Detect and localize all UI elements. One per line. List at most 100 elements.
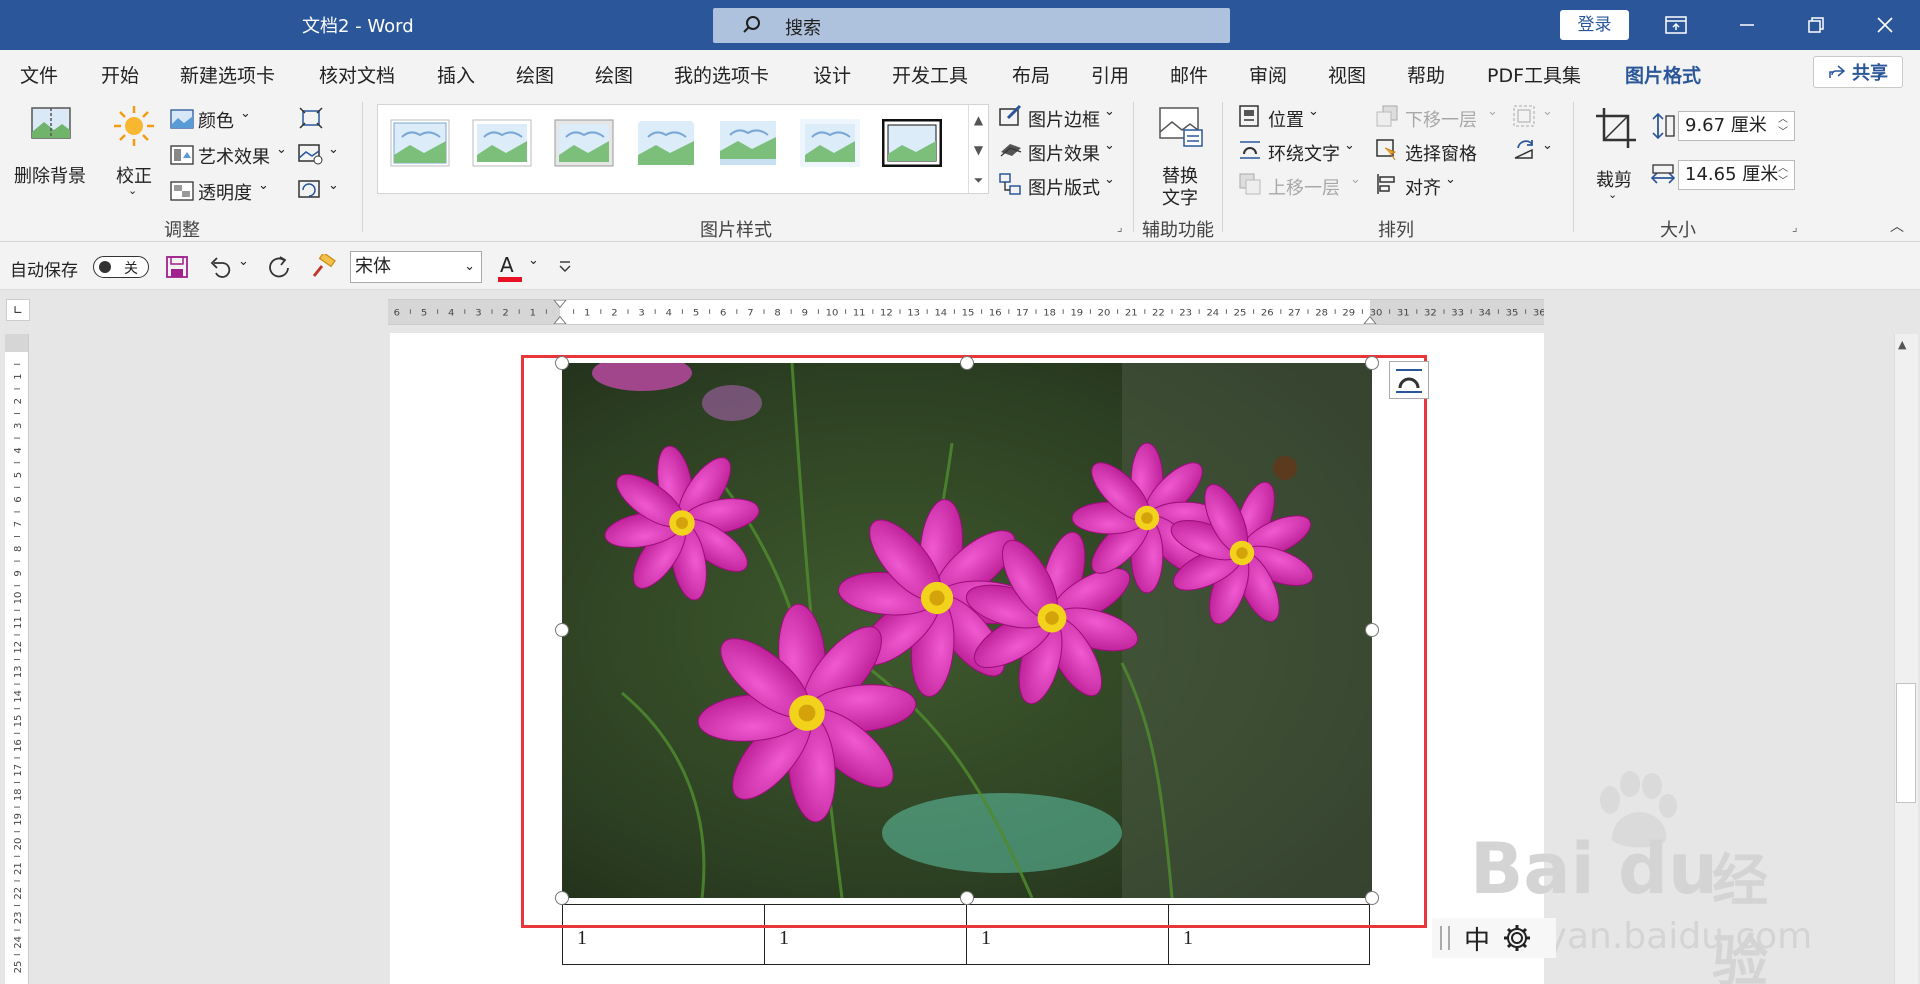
rotate-button[interactable]: ⌄ xyxy=(1512,138,1558,166)
scrollbar-thumb[interactable] xyxy=(1896,683,1916,803)
layout-options-button[interactable] xyxy=(1389,361,1429,399)
tab-design[interactable]: 设计 xyxy=(813,61,851,88)
search-box[interactable]: 搜索 xyxy=(713,8,1230,43)
tab-layout[interactable]: 布局 xyxy=(1012,61,1050,88)
shape-height-value: 9.67 厘米 xyxy=(1685,115,1767,136)
remove-background-button[interactable]: 删除背景 xyxy=(10,104,92,194)
tab-mailings[interactable]: 邮件 xyxy=(1170,61,1208,88)
ruler-tick-label: 13 xyxy=(13,665,24,678)
scroll-up-arrow[interactable]: ▲ xyxy=(1898,338,1906,351)
style-thumbnail[interactable] xyxy=(718,119,778,167)
undo-icon[interactable] xyxy=(208,255,234,279)
compress-pictures-button[interactable] xyxy=(298,106,328,134)
format-painter-icon[interactable] xyxy=(310,254,336,280)
group-separator xyxy=(1133,102,1134,232)
tab-draw-1[interactable]: 绘图 xyxy=(516,61,554,88)
tab-file[interactable]: 文件 xyxy=(20,61,58,88)
ribbon-display-options-button[interactable] xyxy=(1654,8,1698,42)
align-button[interactable]: 对齐 ⌄ xyxy=(1375,172,1465,200)
picture-layout-button[interactable]: 图片版式 ⌄ xyxy=(998,172,1118,200)
gallery-down-arrow[interactable]: ▼ xyxy=(969,135,988,165)
bring-forward-button[interactable]: 上移一层 ⌄ xyxy=(1238,172,1368,200)
style-thumbnail[interactable] xyxy=(636,119,696,167)
vertical-ruler[interactable]: 1234567891011121314151617181920212223242… xyxy=(5,334,29,984)
tab-new-tab[interactable]: 新建选项卡 xyxy=(180,61,275,88)
style-thumbnail[interactable] xyxy=(882,119,942,167)
color-button[interactable]: 颜色 ⌄ xyxy=(168,106,288,134)
position-button[interactable]: 位置 ⌄ xyxy=(1238,104,1328,132)
group-objects-button[interactable]: ⌄ xyxy=(1512,104,1558,132)
resize-handle[interactable] xyxy=(555,623,569,637)
tab-my-tab[interactable]: 我的选项卡 xyxy=(674,61,769,88)
shape-width-input[interactable]: 14.65 厘米 ︿ ﹀ xyxy=(1678,160,1795,190)
ruler-tick-label: 1 xyxy=(13,373,24,379)
crop-button[interactable]: 裁剪 ⌄ xyxy=(1590,104,1640,209)
spin-arrows-icon[interactable]: ︿ ﹀ xyxy=(1778,113,1788,139)
gear-icon[interactable] xyxy=(1502,923,1532,953)
font-color-button[interactable]: A ⌄ xyxy=(498,251,542,283)
save-icon[interactable] xyxy=(166,256,188,278)
tab-picture-format[interactable]: 图片格式 xyxy=(1625,61,1702,97)
gallery-up-arrow[interactable]: ▲ xyxy=(969,105,988,135)
resize-handle[interactable] xyxy=(1365,891,1379,905)
change-picture-icon xyxy=(298,144,323,165)
font-name-select[interactable]: 宋体 ⌄ xyxy=(350,251,482,283)
autosave-toggle[interactable]: 关 xyxy=(93,256,149,278)
style-thumbnail[interactable] xyxy=(472,119,532,167)
picture-border-button[interactable]: 图片边框 ⌄ xyxy=(998,104,1118,132)
style-thumbnail[interactable] xyxy=(390,119,450,167)
picture-styles-gallery[interactable]: ▲ ▼ ⏷ xyxy=(377,104,989,194)
change-picture-button[interactable]: ⌄ xyxy=(298,142,344,170)
selection-pane-button[interactable]: 选择窗格 xyxy=(1375,138,1495,166)
dialog-launcher-icon[interactable]: ⌟ xyxy=(1792,220,1798,234)
close-button[interactable] xyxy=(1863,8,1907,42)
style-thumbnail[interactable] xyxy=(800,119,860,167)
gallery-more-arrow[interactable]: ⏷ xyxy=(969,165,988,195)
resize-handle[interactable] xyxy=(1365,623,1379,637)
spin-arrows-icon[interactable]: ︿ ﹀ xyxy=(1778,162,1788,188)
vertical-scrollbar[interactable]: ▲ xyxy=(1894,334,1918,984)
tab-draw-2[interactable]: 绘图 xyxy=(595,61,633,88)
ruler-toggle[interactable]: ∟ xyxy=(6,299,30,321)
artistic-effects-button[interactable]: 艺术效果 ⌄ xyxy=(168,142,298,170)
customize-toolbar-icon[interactable] xyxy=(558,260,572,274)
transparency-button[interactable]: 透明度 ⌄ xyxy=(168,178,288,206)
shape-height-input[interactable]: 9.67 厘米 ︿ ﹀ xyxy=(1678,111,1795,141)
redo-icon[interactable] xyxy=(266,255,292,281)
picture-effects-button[interactable]: 图片效果 ⌄ xyxy=(998,138,1118,166)
ime-mode[interactable]: 中 xyxy=(1464,920,1490,957)
login-button[interactable]: 登录 xyxy=(1560,10,1629,40)
collapse-ribbon-icon[interactable]: ︿ xyxy=(1890,216,1904,236)
send-backward-button[interactable]: 下移一层 ⌄ xyxy=(1375,104,1505,132)
tab-help[interactable]: 帮助 xyxy=(1407,61,1445,88)
tab-references[interactable]: 引用 xyxy=(1091,61,1129,88)
ime-toolbar[interactable]: 中 xyxy=(1432,918,1556,958)
restore-button[interactable] xyxy=(1794,8,1838,42)
corrections-button[interactable]: 校正 ⌄ xyxy=(110,104,160,204)
ruler-tick-label: 24 xyxy=(1206,308,1219,319)
resize-handle[interactable] xyxy=(1365,356,1379,370)
window-title: 文档2 - Word xyxy=(302,16,414,37)
wrap-text-button[interactable]: 环绕文字 ⌄ xyxy=(1238,138,1358,166)
dialog-launcher-icon[interactable]: ⌟ xyxy=(1117,220,1123,234)
tab-view[interactable]: 视图 xyxy=(1328,61,1366,88)
style-thumbnail[interactable] xyxy=(554,119,614,167)
resize-handle[interactable] xyxy=(960,891,974,905)
tab-developer[interactable]: 开发工具 xyxy=(892,61,968,88)
tab-insert[interactable]: 插入 xyxy=(437,61,475,88)
tab-check-doc[interactable]: 核对文档 xyxy=(319,61,395,88)
chevron-down-icon[interactable]: ⌄ xyxy=(238,254,249,269)
group-separator xyxy=(1573,102,1574,232)
tab-home[interactable]: 开始 xyxy=(101,61,139,88)
resize-handle[interactable] xyxy=(555,356,569,370)
chevron-down-icon: ⌄ xyxy=(1608,188,1618,201)
reset-picture-button[interactable]: ⌄ xyxy=(298,178,344,206)
share-button[interactable]: 共享 xyxy=(1813,56,1903,88)
resize-handle[interactable] xyxy=(960,356,974,370)
tab-review[interactable]: 审阅 xyxy=(1249,61,1287,88)
minimize-button[interactable] xyxy=(1725,8,1769,42)
tab-pdf-tools[interactable]: PDF工具集 xyxy=(1487,61,1581,88)
resize-handle[interactable] xyxy=(555,891,569,905)
horizontal-ruler[interactable]: 6 5 4 3 2 1 1 2 3 4 5 6 7 8 9 10 11 12 13 14 15 16 17 18 19 20 21 2… xyxy=(388,299,1544,325)
alt-text-button[interactable]: 替换 文字 xyxy=(1152,104,1212,209)
